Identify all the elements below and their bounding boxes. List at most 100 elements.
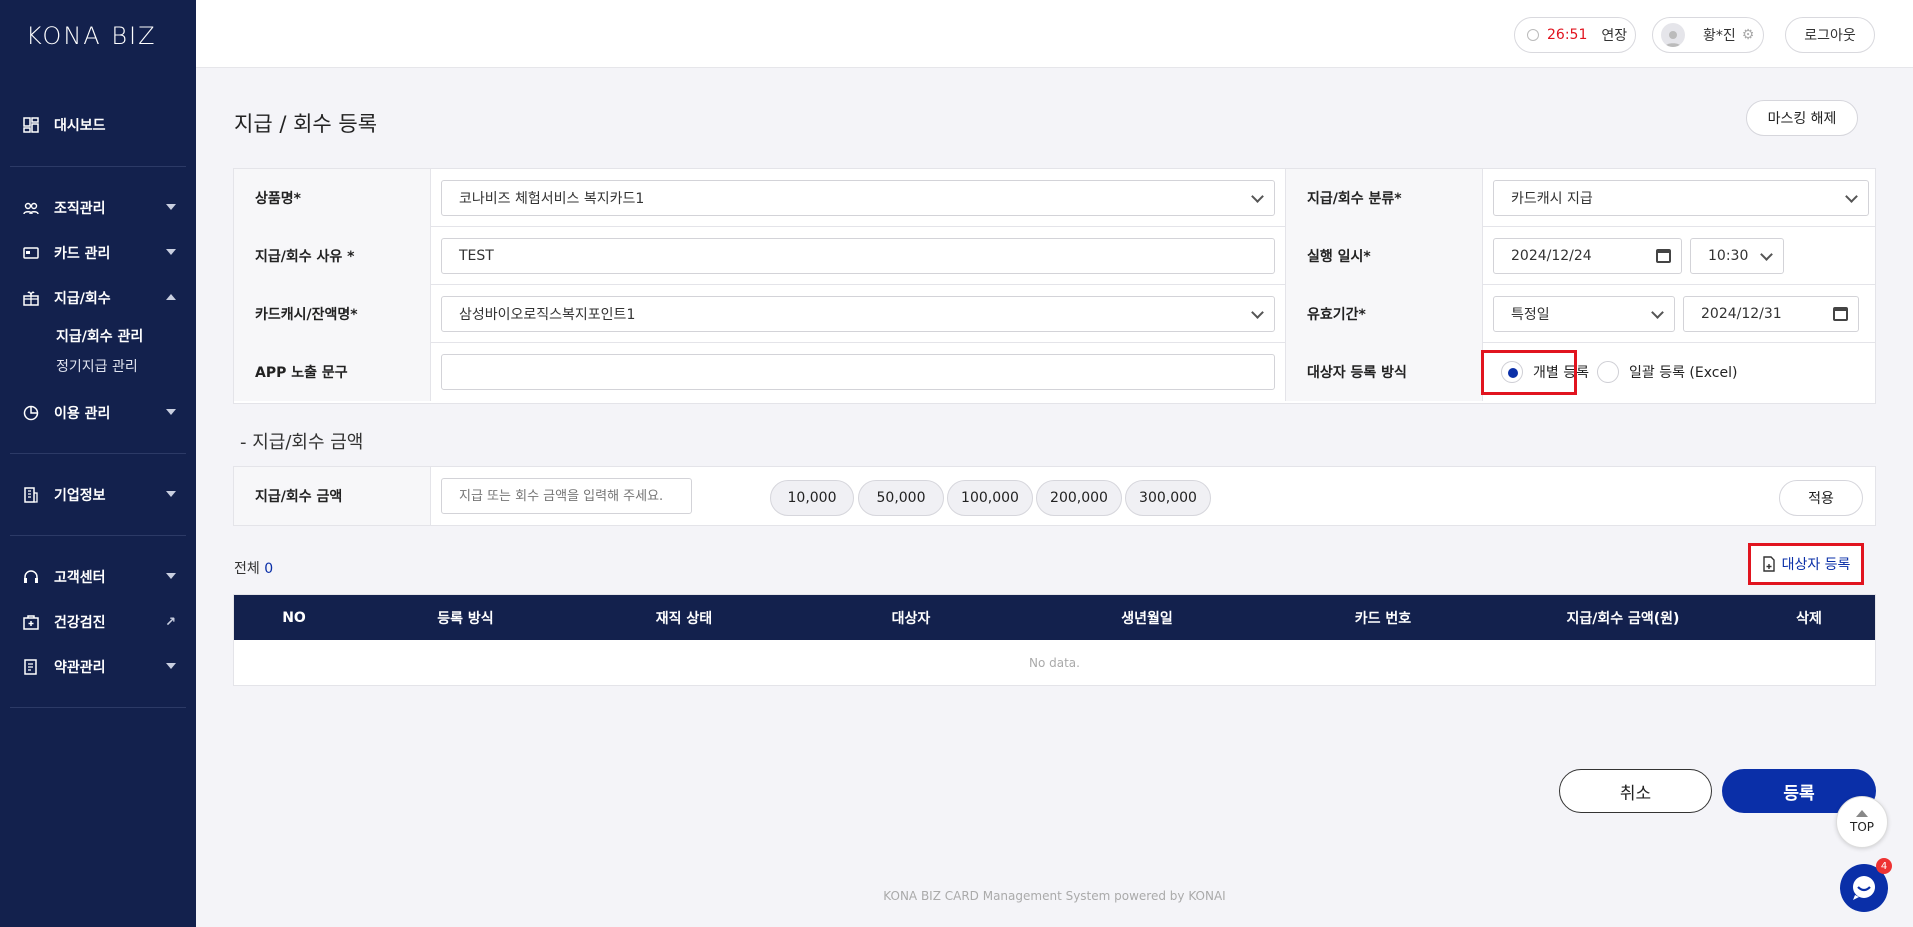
top-header: 26:51 연장 황*진 ⚙ 로그아웃	[196, 0, 1913, 68]
sidebar-divider	[10, 707, 186, 708]
calendar-icon	[1656, 249, 1671, 263]
gift-icon	[22, 289, 40, 307]
calendar-icon	[1833, 307, 1848, 321]
amount-chip-300000[interactable]: 300,000	[1125, 480, 1211, 516]
cancel-button[interactable]: 취소	[1559, 769, 1712, 813]
app-text-label: APP 노출 문구	[234, 343, 431, 401]
sidebar-item-dashboard[interactable]: 대시보드	[0, 110, 196, 140]
logout-button[interactable]: 로그아웃	[1785, 17, 1875, 53]
user-menu[interactable]: 황*진 ⚙	[1652, 17, 1764, 53]
validity-date-picker[interactable]: 2024/12/31	[1683, 296, 1859, 332]
sidebar-subitem-regular-payment[interactable]: 정기지급 관리	[56, 356, 138, 376]
amount-chip-100000[interactable]: 100,000	[947, 480, 1033, 516]
column-header-card-number: 카드 번호	[1354, 610, 1412, 627]
validity-date-value: 2024/12/31	[1701, 306, 1782, 322]
sidebar-item-label: 고객센터	[54, 570, 106, 586]
chevron-down-icon	[166, 573, 176, 579]
sidebar-item-label: 건강검진	[54, 615, 106, 631]
exec-time-select[interactable]: 10:30	[1690, 238, 1784, 274]
page-title: 지급 / 회수 등록	[234, 112, 378, 136]
unmask-button[interactable]: 마스킹 해제	[1746, 100, 1858, 136]
sidebar-subitem-payment-manage[interactable]: 지급/회수 관리	[56, 326, 143, 346]
amount-chip-10000[interactable]: 10,000	[770, 480, 854, 516]
extend-button[interactable]: 연장	[1601, 25, 1627, 45]
chevron-down-icon	[166, 663, 176, 669]
chevron-down-icon	[166, 249, 176, 255]
session-timer: 26:51 연장	[1514, 17, 1636, 53]
total-count: 전체 0	[234, 558, 273, 578]
highlight-box	[1481, 350, 1577, 395]
chevron-down-icon	[166, 491, 176, 497]
sidebar-item-terms[interactable]: 약관관리	[0, 652, 196, 682]
register-target-label: 대상자 등록	[1781, 557, 1851, 573]
chevron-down-icon	[1251, 306, 1264, 319]
gear-icon[interactable]: ⚙	[1742, 27, 1755, 43]
product-select[interactable]: 코나비즈 체험서비스 복지카드1	[441, 180, 1275, 216]
exec-datetime-label: 실행 일시*	[1285, 227, 1483, 285]
timer-value: 26:51	[1547, 27, 1588, 43]
column-header-target: 대상자	[891, 610, 931, 627]
health-icon	[22, 613, 40, 631]
sidebar-item-label: 카드 관리	[54, 246, 111, 262]
app-text-input[interactable]	[441, 354, 1275, 390]
table-header: NO 등록 방식 재직 상태 대상자 생년월일 카드 번호 지급/회수 금액(원…	[234, 595, 1875, 640]
external-link-icon: ↗	[165, 614, 176, 630]
chat-badge: 4	[1876, 858, 1892, 874]
exec-date-value: 2024/12/24	[1511, 248, 1592, 264]
reason-input[interactable]: TEST	[441, 238, 1275, 274]
brand-logo[interactable]: KONA BIZ	[26, 22, 157, 50]
dashboard-icon	[22, 116, 40, 134]
sidebar-item-support[interactable]: 고객센터	[0, 562, 196, 592]
form-row-cash: 카드캐시/잔액명* 삼성바이오로직스복지포인트1 유효기간* 특정일 2024/…	[234, 285, 1875, 343]
sidebar-item-organization[interactable]: 조직관리	[0, 193, 196, 223]
sidebar-divider	[10, 535, 186, 536]
scroll-top-label: TOP	[1849, 820, 1874, 834]
sidebar-item-health[interactable]: 건강검진 ↗	[0, 607, 196, 637]
amount-input[interactable]	[441, 478, 692, 514]
sidebar-item-label: 지급/회수	[54, 291, 111, 307]
product-value: 코나비즈 체험서비스 복지카드1	[459, 191, 645, 207]
column-header-delete: 삭제	[1796, 610, 1822, 627]
cash-select[interactable]: 삼성바이오로직스복지포인트1	[441, 296, 1275, 332]
user-name: 황*진	[1703, 28, 1736, 44]
category-label: 지급/회수 분류*	[1285, 169, 1483, 227]
reason-label: 지급/회수 사유 *	[234, 227, 431, 285]
sidebar-item-company[interactable]: 기업정보	[0, 480, 196, 510]
chevron-down-icon	[1651, 306, 1664, 319]
form-row-reason: 지급/회수 사유 * TEST 실행 일시* 2024/12/24 10:30	[234, 227, 1875, 285]
scroll-top-button[interactable]: TOP	[1836, 796, 1888, 848]
registration-form: 상품명* 코나비즈 체험서비스 복지카드1 지급/회수 분류* 카드캐시 지급 …	[233, 168, 1876, 404]
radio-unselected[interactable]	[1597, 361, 1619, 383]
chevron-down-icon	[1251, 190, 1264, 203]
exec-time-value: 10:30	[1708, 248, 1749, 264]
amount-chip-200000[interactable]: 200,000	[1036, 480, 1122, 516]
sidebar: KONA BIZ 대시보드 조직관리 카드 관리 지급/회수 지급/회수 관리 …	[0, 0, 196, 927]
sidebar-item-payment[interactable]: 지급/회수	[0, 283, 196, 313]
apply-button[interactable]: 적용	[1779, 480, 1863, 516]
avatar	[1661, 23, 1685, 47]
column-header-birthdate: 생년월일	[1121, 610, 1173, 627]
file-add-icon	[1762, 556, 1775, 572]
validity-label: 유효기간*	[1285, 285, 1483, 343]
sidebar-item-card[interactable]: 카드 관리	[0, 238, 196, 268]
chevron-up-icon	[1856, 810, 1868, 817]
method-bulk-option[interactable]: 일괄 등록 (Excel)	[1597, 361, 1737, 383]
form-row-app: APP 노출 문구 대상자 등록 방식 개별 등록 일괄 등록 (Excel)	[234, 343, 1875, 401]
column-header-status: 재직 상태	[655, 610, 713, 627]
method-bulk-label: 일괄 등록 (Excel)	[1629, 365, 1738, 381]
sidebar-item-label: 약관관리	[54, 660, 106, 676]
building-icon	[22, 486, 40, 504]
card-icon	[22, 244, 40, 262]
total-value: 0	[264, 561, 274, 577]
sidebar-item-label: 조직관리	[54, 201, 106, 217]
validity-type-select[interactable]: 특정일	[1493, 296, 1675, 332]
category-select[interactable]: 카드캐시 지급	[1493, 180, 1869, 216]
sidebar-item-label: 대시보드	[54, 118, 106, 134]
exec-date-picker[interactable]: 2024/12/24	[1493, 238, 1682, 274]
usage-icon	[22, 404, 40, 422]
amount-chip-50000[interactable]: 50,000	[858, 480, 944, 516]
sidebar-item-label: 이용 관리	[54, 406, 111, 422]
register-target-button[interactable]: 대상자 등록	[1748, 543, 1864, 585]
amount-section-title: - 지급/회수 금액	[240, 432, 364, 453]
sidebar-item-usage[interactable]: 이용 관리	[0, 398, 196, 428]
